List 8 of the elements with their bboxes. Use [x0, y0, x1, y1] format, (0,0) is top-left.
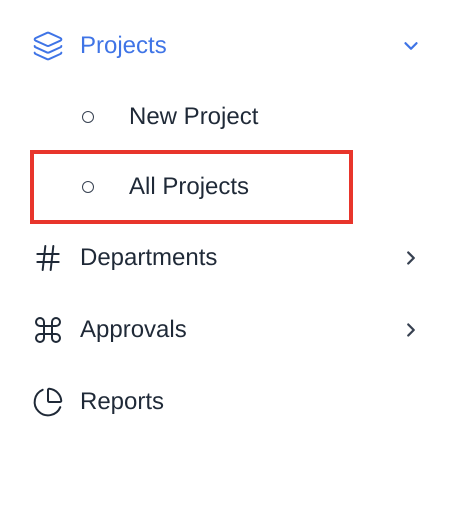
menu-item[interactable]: Projects	[32, 10, 422, 82]
command-icon	[32, 314, 64, 346]
menu-item[interactable]: Approvals	[32, 294, 422, 366]
layers-icon	[32, 30, 64, 62]
menu-item[interactable]: Departments	[32, 222, 422, 294]
submenu-item[interactable]: All Projects	[30, 150, 353, 224]
pie-chart-icon	[32, 386, 64, 418]
menu-item[interactable]: Reports	[32, 366, 422, 438]
